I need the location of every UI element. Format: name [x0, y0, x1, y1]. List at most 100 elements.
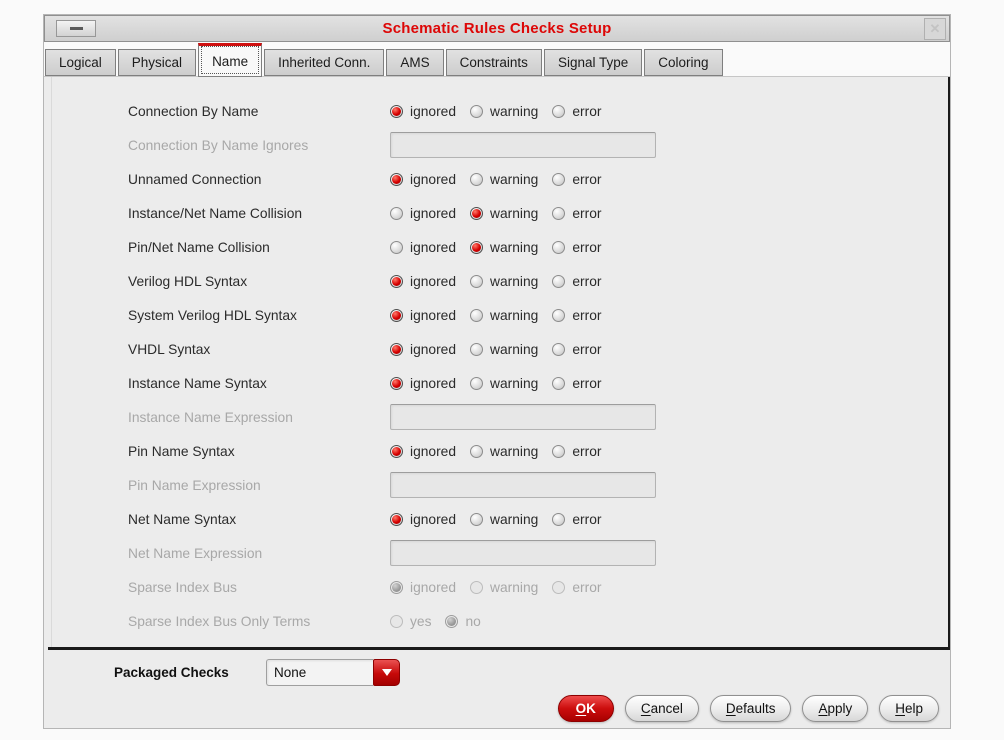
radio-instance-net-name-collision-warning[interactable]: warning [470, 206, 538, 221]
tab-coloring[interactable]: Coloring [644, 49, 723, 76]
radio-option-label: error [572, 341, 602, 357]
radio-option-label: yes [410, 613, 432, 629]
radio-unnamed-connection-warning[interactable]: warning [470, 172, 538, 187]
tab-logical[interactable]: Logical [45, 49, 116, 76]
row-pin-name-syntax: Pin Name Syntax ignored warning error [52, 434, 948, 468]
radio-verilog-hdl-syntax-error[interactable]: error [552, 274, 602, 289]
radio-vhdl-syntax-ignored[interactable]: ignored [390, 342, 456, 357]
tab-physical[interactable]: Physical [117, 49, 197, 76]
radio-icon [390, 580, 403, 594]
radio-icon [470, 444, 484, 458]
radio-connection-by-name-ignored[interactable]: ignored [390, 104, 456, 119]
cancel-button[interactable]: Cancel [624, 695, 699, 722]
radio-system-verilog-hdl-syntax-warning[interactable]: warning [470, 308, 538, 323]
radio-instance-name-syntax-ignored[interactable]: ignored [390, 376, 456, 391]
radio-sparse-index-bus-ignored: ignored [390, 580, 456, 595]
radio-net-name-syntax-ignored[interactable]: ignored [390, 512, 456, 527]
radio-icon [470, 512, 484, 526]
radio-option-label: error [572, 205, 602, 221]
radio-unnamed-connection-error[interactable]: error [552, 171, 602, 187]
row-system-verilog-hdl-syntax: System Verilog HDL Syntax ignored warnin… [52, 298, 948, 332]
packaged-checks-row: Packaged Checks None [114, 659, 400, 686]
radio-option-label: error [572, 171, 602, 187]
radio-icon [390, 172, 403, 186]
radio-connection-by-name-warning[interactable]: warning [470, 104, 538, 119]
radio-group: ignored warning error [390, 376, 602, 391]
radio-sparse-index-bus-error: error [552, 580, 602, 595]
radio-pin-net-name-collision-ignored[interactable]: ignored [390, 240, 456, 255]
schematic-rules-checks-dialog: Schematic Rules Checks Setup ✕ Logical Ph… [43, 14, 951, 729]
dropdown-arrow-icon [373, 659, 400, 686]
tab-ams[interactable]: AMS [386, 49, 444, 76]
row-instance-name-syntax: Instance Name Syntax ignored warning err… [52, 366, 948, 400]
radio-option-label: warning [490, 443, 539, 459]
help-button[interactable]: Help [879, 695, 939, 722]
radio-group: ignored warning error [390, 104, 602, 119]
radio-verilog-hdl-syntax-ignored[interactable]: ignored [390, 274, 456, 289]
radio-pin-net-name-collision-warning[interactable]: warning [470, 240, 538, 255]
radio-pin-name-syntax-error[interactable]: error [552, 444, 602, 459]
setting-label: Instance Name Syntax [128, 375, 267, 391]
radio-verilog-hdl-syntax-warning[interactable]: warning [470, 274, 538, 289]
packaged-checks-dropdown[interactable]: None [266, 659, 400, 686]
setting-label: Net Name Expression [128, 545, 263, 561]
setting-label: Verilog HDL Syntax [128, 273, 248, 289]
radio-option-label: ignored [410, 375, 457, 391]
radio-icon [552, 240, 566, 254]
radio-icon [552, 274, 566, 288]
radio-instance-name-syntax-error[interactable]: error [552, 376, 602, 391]
radio-net-name-syntax-error[interactable]: error [552, 511, 602, 527]
radio-instance-net-name-collision-ignored[interactable]: ignored [390, 206, 456, 221]
radio-option-label: warning [490, 239, 539, 255]
radio-icon [552, 104, 566, 118]
radio-instance-net-name-collision-error[interactable]: error [552, 205, 602, 221]
radio-icon [552, 206, 566, 220]
radio-system-verilog-hdl-syntax-error[interactable]: error [552, 307, 602, 323]
radio-icon [390, 274, 403, 288]
radio-icon [445, 614, 459, 628]
radio-option-label: ignored [410, 205, 457, 221]
radio-sparse-index-bus-only-terms-yes: yes [390, 614, 431, 629]
radio-group: yes no [390, 614, 481, 629]
radio-group: ignored warning error [390, 240, 602, 255]
row-verilog-hdl-syntax: Verilog HDL Syntax ignored warning error [52, 264, 948, 298]
radio-net-name-syntax-warning[interactable]: warning [470, 512, 538, 527]
radio-group: ignored warning error [390, 512, 602, 527]
radio-option-label: error [572, 239, 602, 255]
tab-constraints[interactable]: Constraints [445, 49, 542, 76]
pin-name-expression-field [390, 472, 656, 498]
radio-unnamed-connection-ignored[interactable]: ignored [390, 172, 456, 187]
radio-group: ignored warning error [390, 580, 602, 595]
radio-system-verilog-hdl-syntax-ignored[interactable]: ignored [390, 308, 456, 323]
setting-label: Net Name Syntax [128, 511, 237, 527]
radio-vhdl-syntax-warning[interactable]: warning [470, 342, 538, 357]
radio-connection-by-name-error[interactable]: error [552, 104, 602, 119]
connection-by-name-ignores-field [390, 132, 656, 158]
radio-option-label: ignored [410, 341, 457, 357]
defaults-button[interactable]: Defaults [709, 695, 792, 722]
tab-signal-type[interactable]: Signal Type [543, 49, 643, 76]
radio-group: ignored warning error [390, 342, 602, 357]
row-vhdl-syntax: VHDL Syntax ignored warning error [52, 332, 948, 366]
radio-pin-net-name-collision-error[interactable]: error [552, 239, 602, 255]
radio-instance-name-syntax-warning[interactable]: warning [470, 376, 538, 391]
packaged-checks-value: None [266, 659, 373, 686]
row-sparse-index-bus: Sparse Index Bus ignored warning error [52, 570, 948, 604]
close-button[interactable]: ✕ [924, 18, 946, 40]
radio-option-label: error [572, 307, 602, 323]
row-net-name-syntax: Net Name Syntax ignored warning error [52, 502, 948, 536]
radio-vhdl-syntax-error[interactable]: error [552, 341, 602, 357]
tab-inherited-conn[interactable]: Inherited Conn. [264, 49, 385, 76]
tab-bar: Logical Physical Name Inherited Conn. AMS Con… [44, 42, 950, 77]
apply-button[interactable]: Apply [802, 695, 869, 722]
radio-group: ignored warning error [390, 206, 602, 221]
radio-option-label: warning [490, 307, 539, 323]
radio-option-label: warning [490, 171, 539, 187]
radio-icon [470, 274, 484, 288]
row-pin-net-name-collision: Pin/Net Name Collision ignored warning e… [52, 230, 948, 264]
radio-option-label: error [572, 511, 602, 527]
ok-button[interactable]: OK [557, 695, 614, 722]
radio-pin-name-syntax-warning[interactable]: warning [470, 444, 538, 459]
radio-pin-name-syntax-ignored[interactable]: ignored [390, 444, 456, 459]
tab-name[interactable]: Name [198, 43, 263, 77]
